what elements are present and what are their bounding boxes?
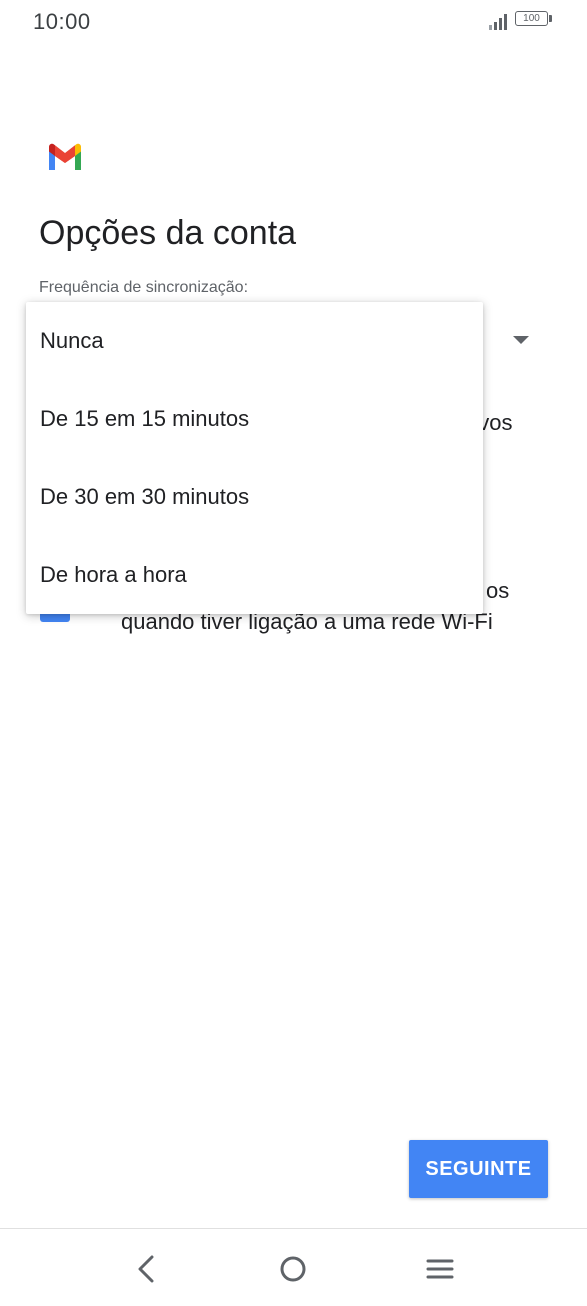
sync-frequency-dropdown-menu: Nunca De 15 em 15 minutos De 30 em 30 mi… (26, 302, 483, 614)
sync-frequency-label: Frequência de sincronização: (39, 279, 249, 296)
download-option-fragment[interactable]: os (486, 578, 509, 604)
next-button[interactable]: SEGUINTE (409, 1140, 548, 1198)
menu-item-30-minutes[interactable]: De 30 em 30 minutos (26, 458, 483, 536)
menu-lines-icon[interactable] (422, 1251, 458, 1287)
triangle-down-icon[interactable] (513, 336, 529, 344)
gmail-logo (49, 143, 81, 170)
menu-item-15-minutes[interactable]: De 15 em 15 minutos (26, 380, 483, 458)
battery-tip (549, 15, 552, 22)
navigation-bar (0, 1229, 587, 1306)
status-bar: 10:00 100 (0, 0, 587, 42)
signal-icon (489, 14, 507, 30)
home-circle-icon[interactable] (275, 1251, 311, 1287)
menu-item-hourly[interactable]: De hora a hora (26, 536, 483, 614)
battery-body: 100 (515, 11, 548, 26)
page-title: Opções da conta (39, 214, 297, 252)
battery-level: 100 (523, 13, 540, 24)
battery-icon: 100 (515, 11, 555, 29)
back-chevron-icon[interactable] (128, 1251, 164, 1287)
status-time: 10:00 (33, 9, 91, 34)
menu-item-never[interactable]: Nunca (26, 302, 483, 380)
